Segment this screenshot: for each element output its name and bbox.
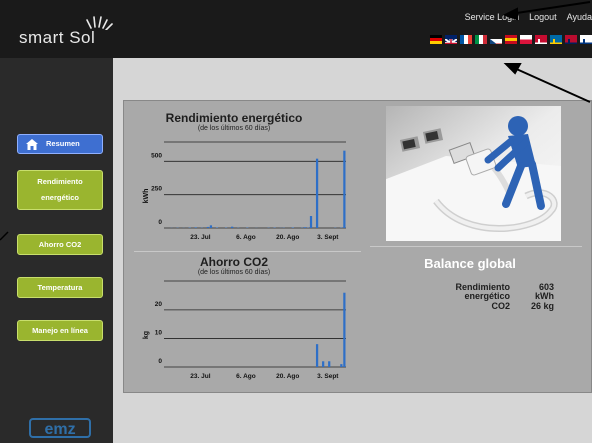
flag-de-icon[interactable] <box>430 35 442 44</box>
flag-cz-icon[interactable] <box>490 35 502 44</box>
top-bar: smart Sol Service Login Logout Ayuda <box>0 0 592 58</box>
x-tick-label: 3. Sept <box>317 234 339 241</box>
smartsol-logo: smart Sol <box>19 14 129 54</box>
sidebar-item-label: Resumen <box>46 139 80 148</box>
flag-fr-icon[interactable] <box>460 35 472 44</box>
divider <box>370 246 582 247</box>
y-tick-label: 0 <box>158 358 162 365</box>
co2-chart-title: Ahorro CO2 <box>199 255 268 269</box>
flag-dk-icon[interactable] <box>535 35 547 44</box>
logout-link[interactable]: Logout <box>529 12 557 22</box>
bar <box>343 292 346 367</box>
energy-chart-subtitle: (de los últimos 60 días) <box>197 125 271 132</box>
flag-pl-icon[interactable] <box>520 35 532 44</box>
flag-fi-icon[interactable] <box>580 35 592 44</box>
x-tick-label: 3. Sept <box>317 373 339 380</box>
sidebar-item-manejo[interactable]: Manejo en línea <box>17 320 103 341</box>
bar <box>303 227 307 228</box>
usb-illustration <box>386 106 561 241</box>
bar <box>209 225 213 228</box>
emz-logo: emz <box>29 418 91 438</box>
sidebar-item-label: Manejo en línea <box>32 325 88 335</box>
x-tick-label: 6. Ago <box>236 373 256 380</box>
bar <box>340 364 343 367</box>
flag-no-icon[interactable] <box>565 35 577 44</box>
balance-energy-unit: kWh <box>535 291 554 301</box>
bar <box>309 216 313 228</box>
help-link[interactable]: Ayuda <box>567 12 592 22</box>
bar <box>343 150 346 228</box>
sidebar-item-rendimiento[interactable]: Rendimiento energético <box>17 170 103 210</box>
balance-title: Balance global <box>424 256 516 271</box>
service-login-link[interactable]: Service Login <box>465 12 520 22</box>
y-axis-label: kWh <box>143 189 150 204</box>
y-tick-label: 20 <box>155 301 163 308</box>
x-tick-label: 20. Ago <box>276 234 299 241</box>
home-icon <box>26 138 38 150</box>
top-nav: Service Login Logout Ayuda <box>465 12 592 22</box>
energy-chart: 0 250 500 kWh 23. Jul 6. Ago 20. Ago 3. Sept <box>143 141 346 241</box>
x-tick-label: 6. Ago <box>236 234 256 241</box>
balance-energy-label: Rendimiento energético <box>455 282 510 301</box>
bar <box>194 227 197 228</box>
y-tick-label: 10 <box>155 329 163 336</box>
bar <box>315 344 319 367</box>
sidebar-item-resumen[interactable]: Resumen <box>17 134 103 154</box>
sidebar-item-label: Temperatura <box>37 282 83 292</box>
bar <box>315 158 319 228</box>
sidebar: Resumen Rendimiento energético Ahorro CO… <box>0 58 113 443</box>
logo-text: smart Sol <box>19 28 96 47</box>
balance-co2-value: 26 kg <box>530 301 554 311</box>
bar <box>231 226 234 228</box>
bar <box>328 361 331 367</box>
y-axis-label: kg <box>143 331 150 339</box>
bar <box>322 361 325 367</box>
x-tick-label: 23. Jul <box>190 234 210 241</box>
co2-chart: 0 10 20 kg 23. Jul 6. Ago 20. Ago 3. Sept <box>143 280 346 380</box>
bar <box>215 227 219 228</box>
balance-co2-label: CO2 <box>491 301 510 311</box>
y-tick-label: 250 <box>151 186 162 193</box>
flag-es-icon[interactable] <box>505 35 517 44</box>
y-tick-label: 500 <box>151 152 162 159</box>
flag-it-icon[interactable] <box>475 35 487 44</box>
sidebar-item-temperatura[interactable]: Temperatura <box>17 277 103 298</box>
flag-se-icon[interactable] <box>550 35 562 44</box>
energy-chart-title: Rendimiento energético <box>165 111 303 125</box>
usb-figure-image <box>386 106 561 241</box>
language-flags <box>430 35 592 44</box>
sidebar-item-label: Rendimiento energético <box>37 177 83 202</box>
sidebar-item-ahorro-co2[interactable]: Ahorro CO2 <box>17 234 103 255</box>
sidebar-item-label: Ahorro CO2 <box>38 239 82 249</box>
divider <box>134 251 361 252</box>
bar <box>291 227 294 228</box>
flag-en-icon[interactable] <box>445 35 457 44</box>
x-tick-label: 23. Jul <box>190 373 210 380</box>
y-tick-label: 0 <box>158 219 162 226</box>
overview-panel: Rendimiento energético (de los últimos 6… <box>123 100 592 393</box>
x-tick-label: 20. Ago <box>276 373 299 380</box>
bar <box>206 226 209 228</box>
